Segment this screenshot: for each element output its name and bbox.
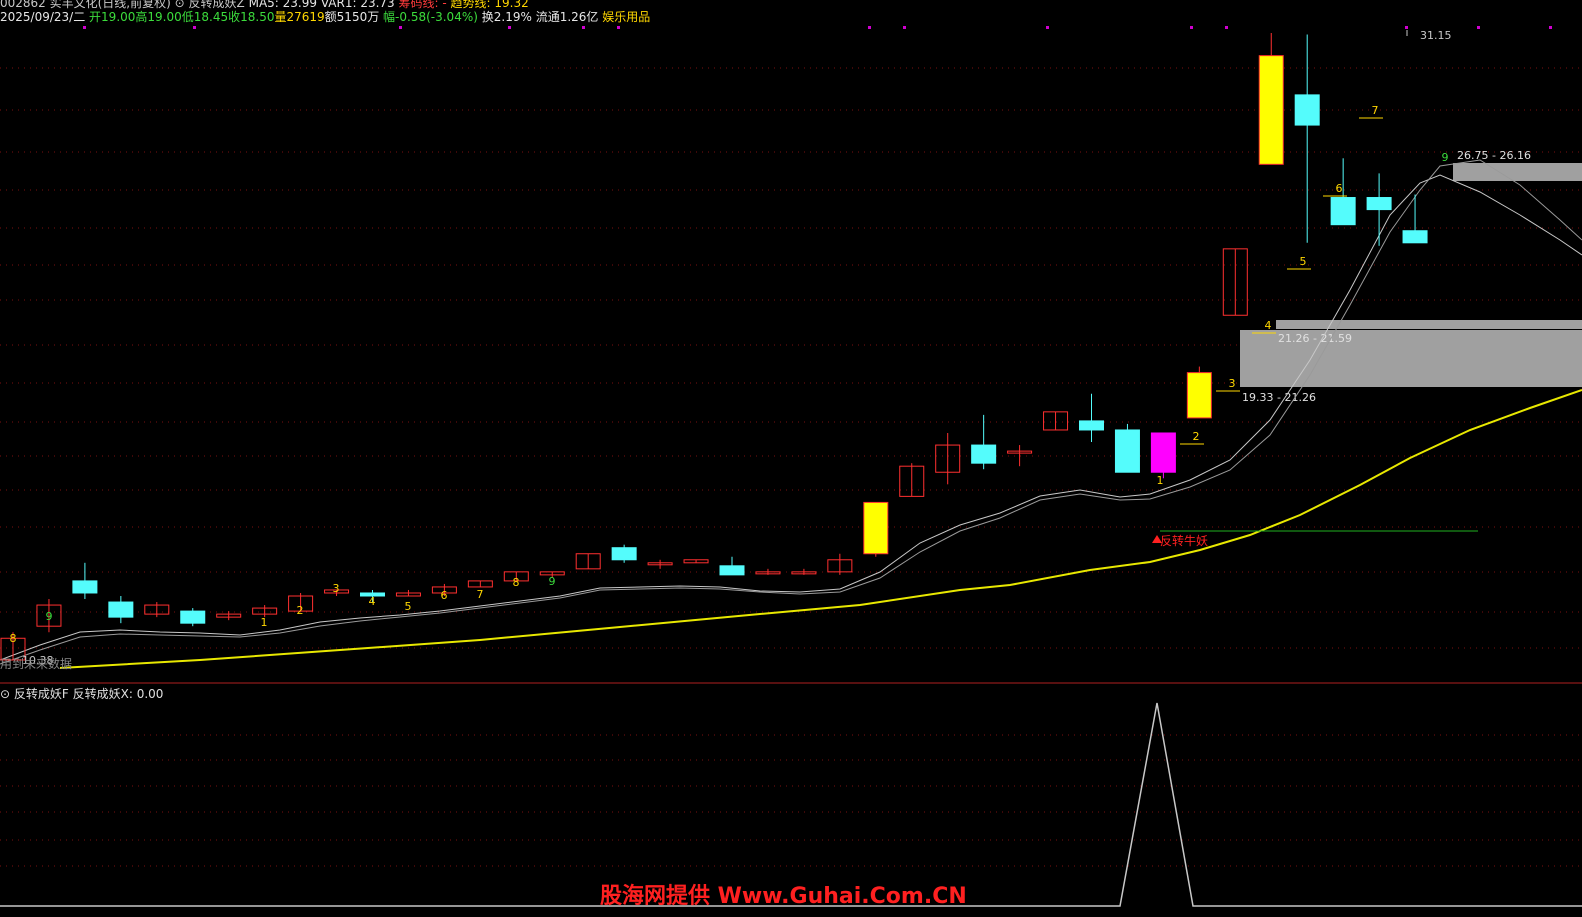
candle-body[interactable] bbox=[1186, 372, 1212, 419]
count-label: 3 bbox=[333, 582, 340, 595]
sub-chart-title[interactable]: 反转成妖F bbox=[14, 687, 69, 701]
candle-body[interactable] bbox=[1079, 420, 1104, 431]
count-label: 2 bbox=[297, 604, 304, 617]
sub-indicator-line[interactable] bbox=[0, 702, 1582, 907]
count-label: 3 bbox=[1229, 377, 1236, 390]
grid-lines bbox=[0, 67, 1582, 867]
count-label: 6 bbox=[441, 589, 448, 602]
candle-body[interactable] bbox=[863, 501, 889, 555]
count-label: 9 bbox=[549, 575, 556, 588]
watermark-text: 股海网提供 Www.Guhai.Com.CN bbox=[600, 884, 967, 909]
candle-body[interactable] bbox=[1330, 197, 1356, 226]
candle-body[interactable] bbox=[1402, 230, 1428, 244]
candle-body[interactable] bbox=[1258, 55, 1284, 165]
count-label: 5 bbox=[1300, 255, 1307, 268]
sub-chart-value: 反转成妖X: 0.00 bbox=[72, 687, 164, 701]
zone-rect bbox=[1276, 320, 1582, 329]
future-data-note: 用到未来数据 bbox=[0, 656, 72, 671]
count-label: 7 bbox=[1372, 104, 1379, 117]
kline-chart[interactable]: 26.75 - 26.16 21.26 - 21.59 19.33 - 21.2… bbox=[0, 0, 1582, 917]
candle-body[interactable] bbox=[72, 580, 98, 594]
count-label: 4 bbox=[1265, 319, 1272, 332]
count-label: 1 bbox=[261, 616, 268, 629]
zone-rect bbox=[1453, 163, 1582, 181]
candle-body[interactable] bbox=[1150, 432, 1176, 473]
candle-body[interactable] bbox=[180, 610, 206, 624]
count-label: 1 bbox=[1157, 474, 1164, 487]
count-label: 8 bbox=[10, 632, 17, 645]
candle-body[interactable] bbox=[1294, 94, 1320, 126]
price-zones: 26.75 - 26.16 21.26 - 21.59 19.33 - 21.2… bbox=[1240, 149, 1582, 404]
high-price-label: 31.15 bbox=[1420, 29, 1452, 42]
candle-body[interactable] bbox=[971, 444, 997, 464]
count-label: 4 bbox=[369, 595, 376, 608]
count-label: 8 bbox=[513, 576, 520, 589]
trend-line[interactable] bbox=[59, 389, 1582, 669]
signal-label: 反转牛妖 bbox=[1160, 533, 1208, 548]
count-label: 5 bbox=[405, 600, 412, 613]
count-label: 9 bbox=[1442, 151, 1449, 164]
sub-chart-header: ⊙ 反转成妖F 反转成妖X: 0.00 bbox=[0, 685, 163, 702]
candle-body[interactable] bbox=[719, 565, 745, 576]
zone-label: 21.26 - 21.59 bbox=[1278, 332, 1352, 345]
zone-label: 19.33 - 21.26 bbox=[1242, 391, 1316, 404]
zone-label: 26.75 - 26.16 bbox=[1457, 149, 1531, 162]
count-labels: 8 9 1 2 3 4 5 6 7 8 9 1 2 3 4 5 6 7 9 bbox=[10, 104, 1449, 645]
count-label: 2 bbox=[1193, 430, 1200, 443]
count-label: 7 bbox=[477, 588, 484, 601]
count-label: 9 bbox=[46, 610, 53, 623]
candle-body[interactable] bbox=[1114, 429, 1140, 473]
candle-body[interactable] bbox=[611, 547, 637, 561]
candles-group[interactable] bbox=[0, 33, 1428, 661]
candle-body[interactable] bbox=[108, 601, 134, 618]
sub-toggle-icon[interactable]: ⊙ bbox=[0, 687, 10, 701]
var1-line[interactable] bbox=[0, 159, 1582, 665]
ma5-line[interactable] bbox=[0, 174, 1582, 661]
candle-body[interactable] bbox=[1366, 197, 1392, 211]
count-label: 6 bbox=[1336, 182, 1343, 195]
